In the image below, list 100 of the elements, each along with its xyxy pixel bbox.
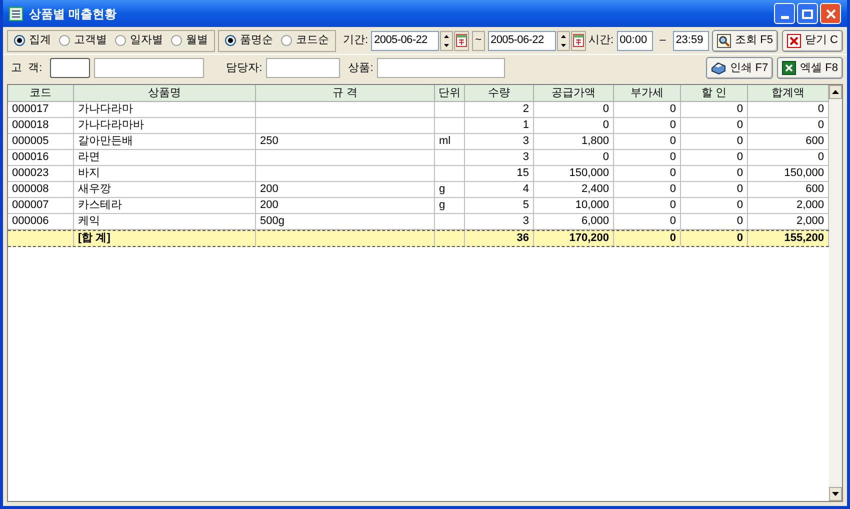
table-cell: 4 xyxy=(465,182,534,197)
column-header[interactable]: 할 인 xyxy=(681,85,748,101)
column-header[interactable]: 규 격 xyxy=(256,85,435,101)
up-arrow-icon xyxy=(560,34,566,38)
down-arrow-icon xyxy=(832,492,839,496)
table-cell: 0 xyxy=(614,134,681,149)
table-cell: 000006 xyxy=(8,214,74,229)
table-cell: 0 xyxy=(614,150,681,165)
table-cell: 000017 xyxy=(8,102,74,117)
table-cell: 카스테라 xyxy=(74,198,256,213)
table-cell: 000018 xyxy=(8,118,74,133)
radio-option[interactable]: 품명순 xyxy=(223,32,275,49)
table-cell: 0 xyxy=(681,182,748,197)
table-cell: 0 xyxy=(681,118,748,133)
time-field[interactable]: 23:59 xyxy=(672,30,709,50)
table-cell: 0 xyxy=(681,102,748,117)
table-cell: 3 xyxy=(465,214,534,229)
table-cell: 170,200 xyxy=(534,231,614,246)
table-cell: 150,000 xyxy=(534,166,614,181)
time-field[interactable]: 00:00 xyxy=(616,30,653,50)
table-cell: 0 xyxy=(534,102,614,117)
down-arrow-icon xyxy=(444,44,450,46)
column-header[interactable]: 코드 xyxy=(8,85,74,101)
scrollbar[interactable] xyxy=(829,85,842,501)
calendar-button[interactable] xyxy=(454,30,470,50)
toolbar-button[interactable]: 인쇄 F7 xyxy=(706,57,774,79)
date-field[interactable]: 2005-06-22 xyxy=(488,30,556,50)
close-button[interactable] xyxy=(820,3,841,24)
table-cell: 2,400 xyxy=(534,182,614,197)
table-cell: 0 xyxy=(614,118,681,133)
spin-control[interactable] xyxy=(556,30,570,50)
table-cell: 0 xyxy=(681,214,748,229)
up-arrow-icon xyxy=(832,90,839,94)
table-cell: 10,000 xyxy=(534,198,614,213)
table-cell: 3 xyxy=(465,150,534,165)
customer-label: 고 객: xyxy=(10,60,44,76)
spreadsheet-icon xyxy=(782,61,796,75)
table-cell: 0 xyxy=(614,214,681,229)
manager-label: 담당자: xyxy=(226,60,262,76)
table-cell: 0 xyxy=(681,150,748,165)
table-cell: 갈아만든배 xyxy=(74,134,256,149)
customer-name-field[interactable] xyxy=(94,58,204,78)
radio-option[interactable]: 월별 xyxy=(169,32,210,49)
table-cell: 500g xyxy=(256,214,435,229)
radio-option[interactable]: 일자별 xyxy=(113,32,165,49)
maximize-icon xyxy=(802,8,813,18)
window-title: 상품별 매출현황 xyxy=(29,6,116,22)
calendar-icon xyxy=(572,34,584,47)
table-cell: 6,000 xyxy=(534,214,614,229)
table-cell: 0 xyxy=(681,134,748,149)
range-separator: ~ xyxy=(472,30,484,50)
radio-option[interactable]: 집계 xyxy=(12,32,53,49)
table-cell: 5 xyxy=(465,198,534,213)
table-cell: 0 xyxy=(614,182,681,197)
spin-control[interactable] xyxy=(440,30,454,50)
table-cell: g xyxy=(435,198,465,213)
column-header[interactable]: 수량 xyxy=(465,85,534,101)
table-cell: 36 xyxy=(465,231,534,246)
table-cell: 가나다라마바 xyxy=(74,118,256,133)
table-cell: ml xyxy=(435,134,465,149)
maximize-button[interactable] xyxy=(797,3,818,24)
table-cell: 0 xyxy=(614,231,681,246)
period-label: 기간: xyxy=(343,33,368,48)
table-cell: 000016 xyxy=(8,150,74,165)
close-icon xyxy=(826,8,836,18)
app-icon xyxy=(9,6,23,20)
column-header[interactable]: 단위 xyxy=(435,85,465,101)
toolbar-button[interactable]: 엑셀 F8 xyxy=(777,57,843,79)
up-arrow-icon xyxy=(444,34,450,38)
minimize-icon xyxy=(780,16,788,19)
table-cell: 가나다라마 xyxy=(74,102,256,117)
calendar-icon xyxy=(456,34,468,47)
table-cell: 0 xyxy=(681,198,748,213)
product-field[interactable] xyxy=(377,58,506,78)
calendar-button[interactable] xyxy=(570,30,586,50)
date-field[interactable]: 2005-06-22 xyxy=(371,30,440,50)
radio-option[interactable]: 고객별 xyxy=(57,32,109,49)
toolbar-button[interactable]: 조회 F5 xyxy=(712,30,778,52)
customer-code-field[interactable] xyxy=(50,58,90,78)
column-header[interactable]: 부가세 xyxy=(614,85,681,101)
column-header[interactable]: 공급가액 xyxy=(534,85,614,101)
product-label: 상품: xyxy=(348,60,374,76)
table-cell: 200 xyxy=(256,198,435,213)
manager-field[interactable] xyxy=(266,58,340,78)
table-cell: 새우깡 xyxy=(74,182,256,197)
table-cell: 000007 xyxy=(8,198,74,213)
minimize-button[interactable] xyxy=(774,3,795,24)
toolbar-button[interactable]: 닫기 C xyxy=(782,30,843,52)
magnifier-icon xyxy=(717,34,732,48)
down-arrow-icon xyxy=(560,44,566,46)
table-cell: [합 계] xyxy=(74,231,256,246)
table-cell: 케익 xyxy=(74,214,256,229)
close-icon xyxy=(787,34,801,48)
table-cell: 0 xyxy=(681,166,748,181)
table-cell: 0 xyxy=(614,198,681,213)
column-header[interactable]: 상품명 xyxy=(74,85,256,101)
table-cell: 1,800 xyxy=(534,134,614,149)
table-cell: 0 xyxy=(681,231,748,246)
time-separator: – xyxy=(658,33,667,48)
radio-option[interactable]: 코드순 xyxy=(279,32,331,49)
